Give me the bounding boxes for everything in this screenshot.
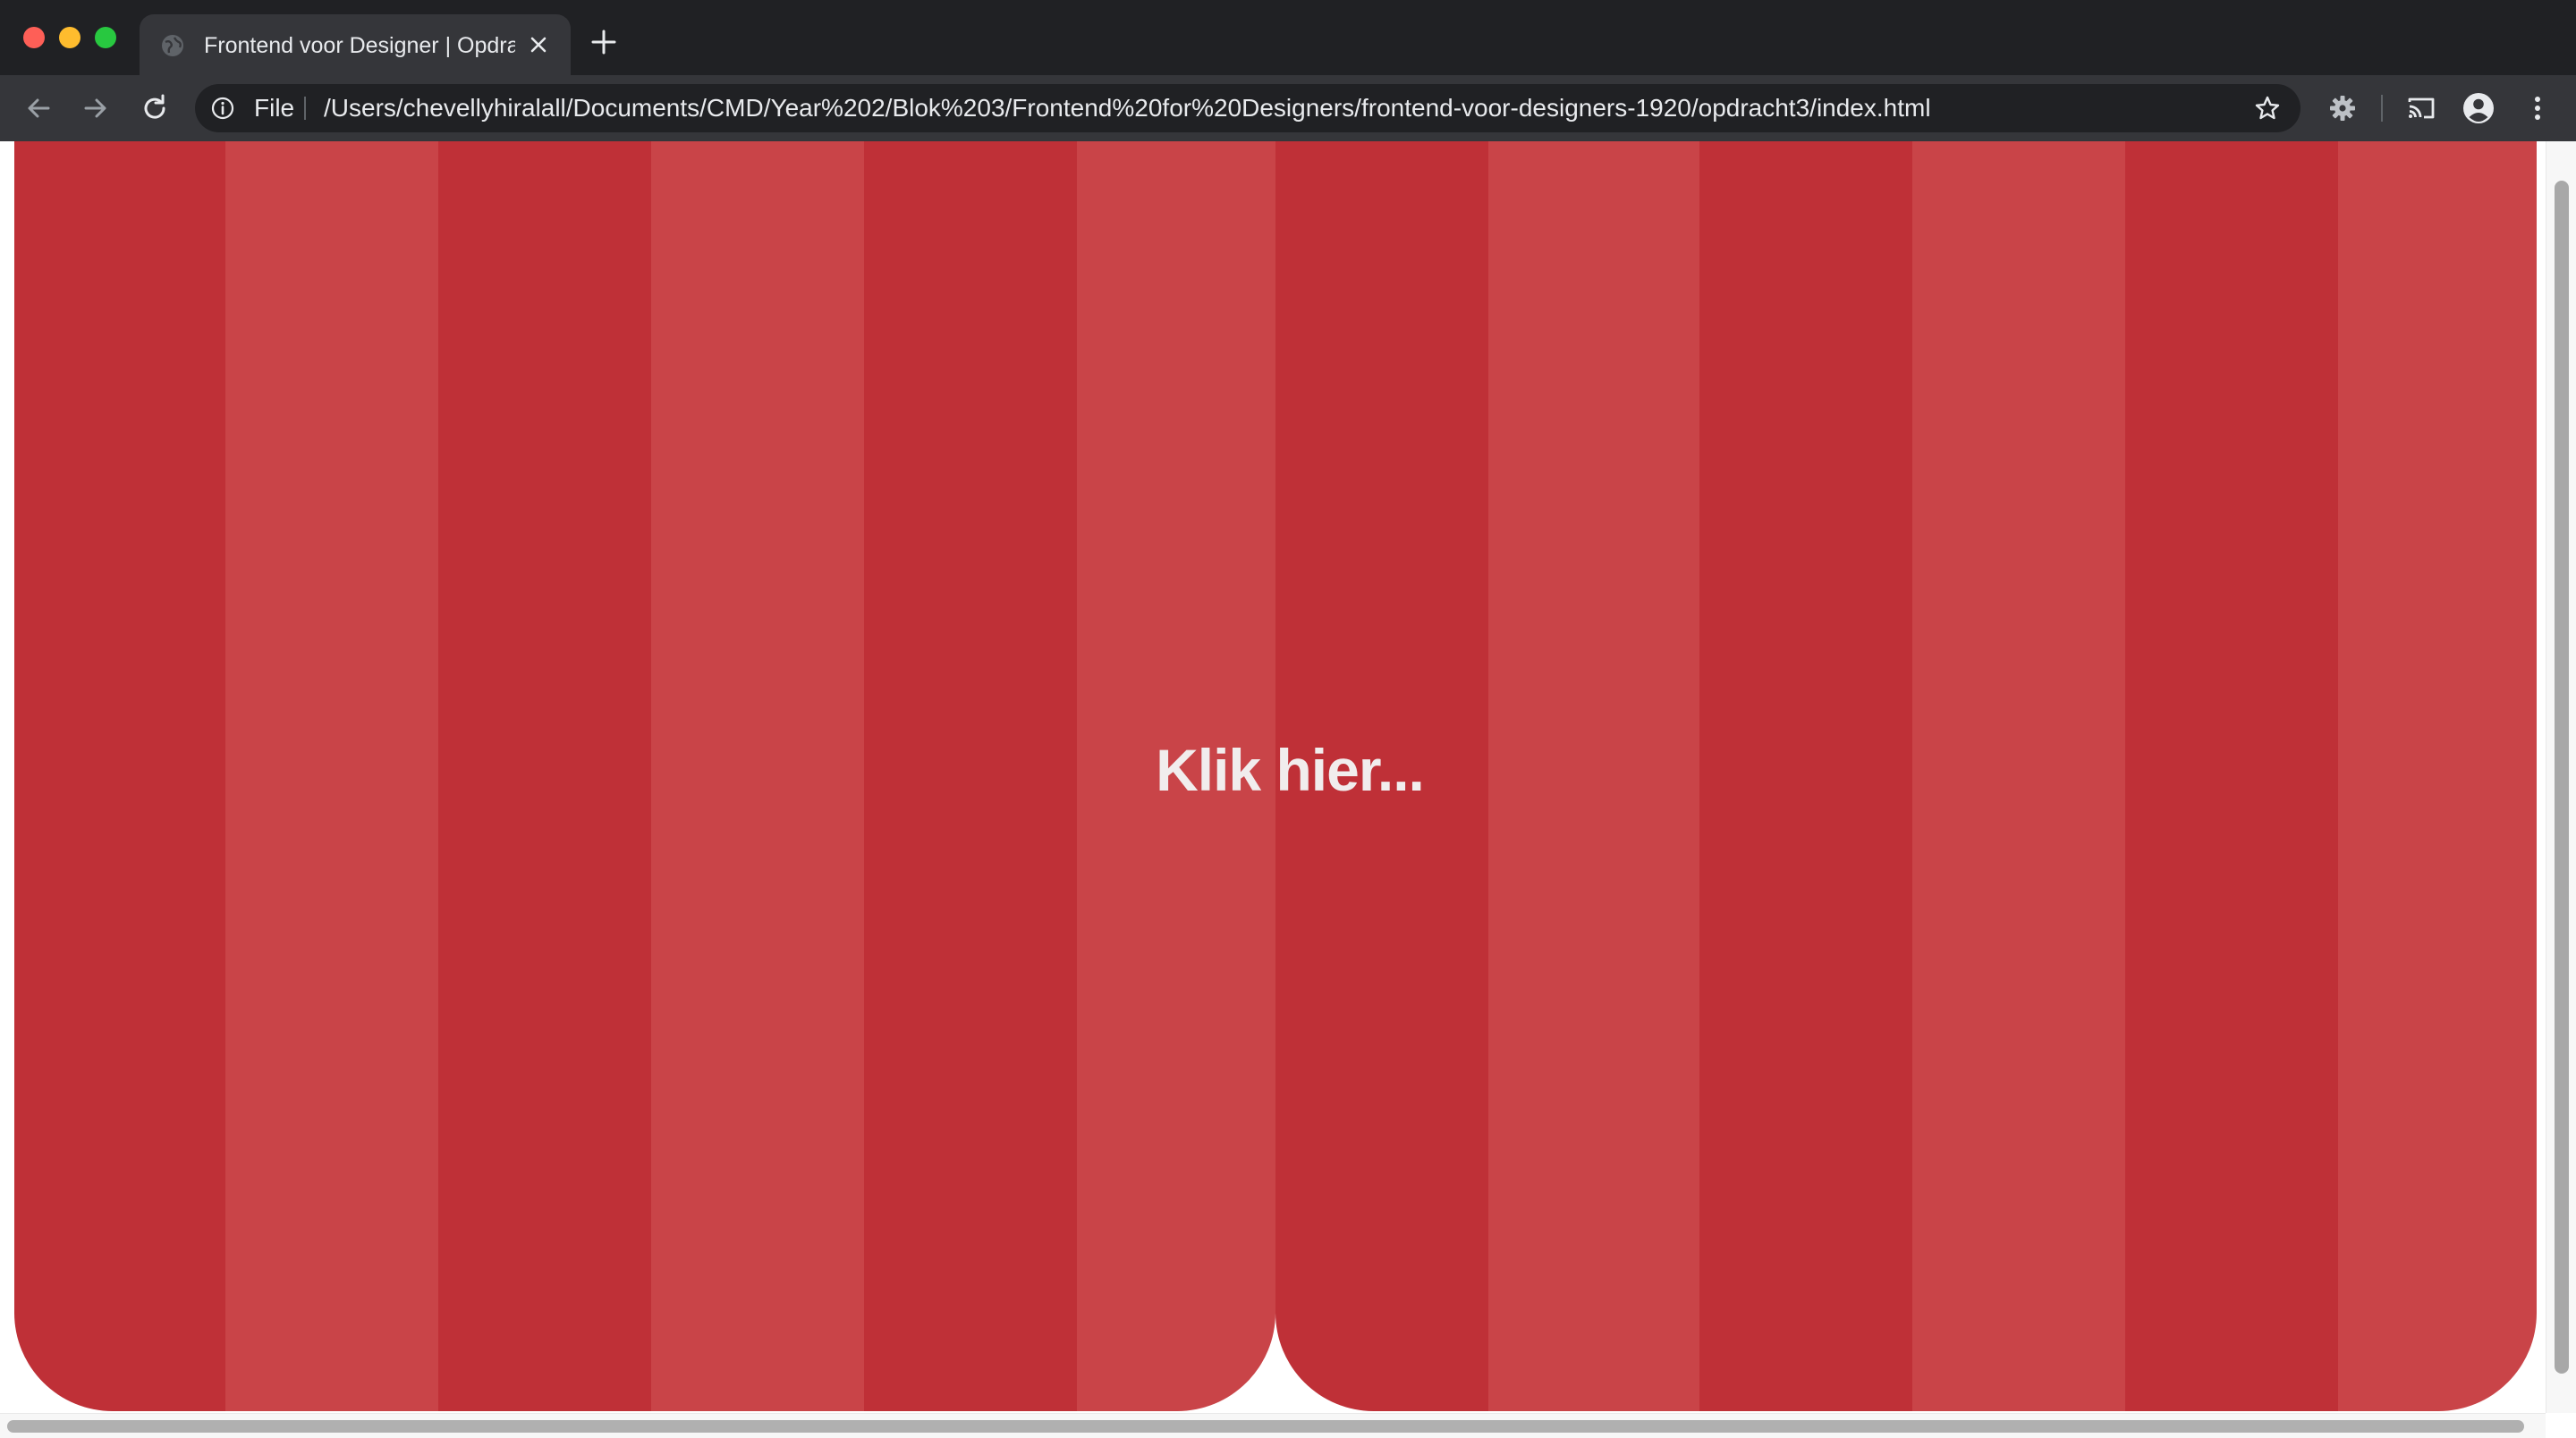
address-bar[interactable]: File /Users/chevellyhiralall/Documents/C… — [195, 84, 2301, 132]
maximize-window-button[interactable] — [95, 27, 116, 48]
new-tab-icon[interactable] — [590, 29, 617, 55]
curtain-stripe — [438, 141, 651, 1411]
account-icon[interactable] — [2462, 91, 2496, 125]
curtain-stripe — [651, 141, 864, 1411]
gear-icon[interactable] — [2326, 91, 2360, 125]
curtain-stripe — [2338, 141, 2537, 1411]
toolbar-separator — [2381, 95, 2383, 122]
browser-toolbar: File /Users/chevellyhiralall/Documents/C… — [0, 75, 2576, 141]
close-tab-icon[interactable] — [526, 32, 551, 57]
cast-icon[interactable] — [2404, 91, 2438, 125]
info-icon[interactable] — [211, 97, 234, 120]
url-scheme-label: File — [254, 94, 295, 122]
tab-title: Frontend voor Designer | Opdracht 3 — [204, 33, 515, 58]
url-text[interactable]: /Users/chevellyhiralall/Documents/CMD/Ye… — [324, 84, 1931, 132]
curtain-stripe — [225, 141, 438, 1411]
curtain-stripe — [1699, 141, 1912, 1411]
kebab-menu-icon[interactable] — [2521, 91, 2555, 125]
browser-tab[interactable]: Frontend voor Designer | Opdracht 3 — [140, 14, 571, 75]
address-separator — [304, 97, 306, 120]
curtain-stripe — [2125, 141, 2338, 1411]
arrow-right-icon[interactable] — [79, 91, 113, 125]
tab-strip: Frontend voor Designer | Opdracht 3 — [0, 0, 2576, 75]
close-window-button[interactable] — [23, 27, 45, 48]
curtain-stripe — [14, 141, 225, 1411]
minimize-window-button[interactable] — [59, 27, 80, 48]
reload-icon[interactable] — [138, 91, 172, 125]
horizontal-scrollbar-thumb[interactable] — [7, 1420, 2524, 1433]
globe-icon — [162, 35, 183, 56]
vertical-scrollbar-thumb[interactable] — [2555, 181, 2569, 1374]
click-here-prompt[interactable]: Klik hier... — [984, 736, 1596, 804]
arrow-left-icon[interactable] — [21, 91, 55, 125]
star-icon[interactable] — [2254, 95, 2281, 122]
page-viewport: Klik hier... — [0, 141, 2576, 1438]
curtain-stripe — [1912, 141, 2125, 1411]
